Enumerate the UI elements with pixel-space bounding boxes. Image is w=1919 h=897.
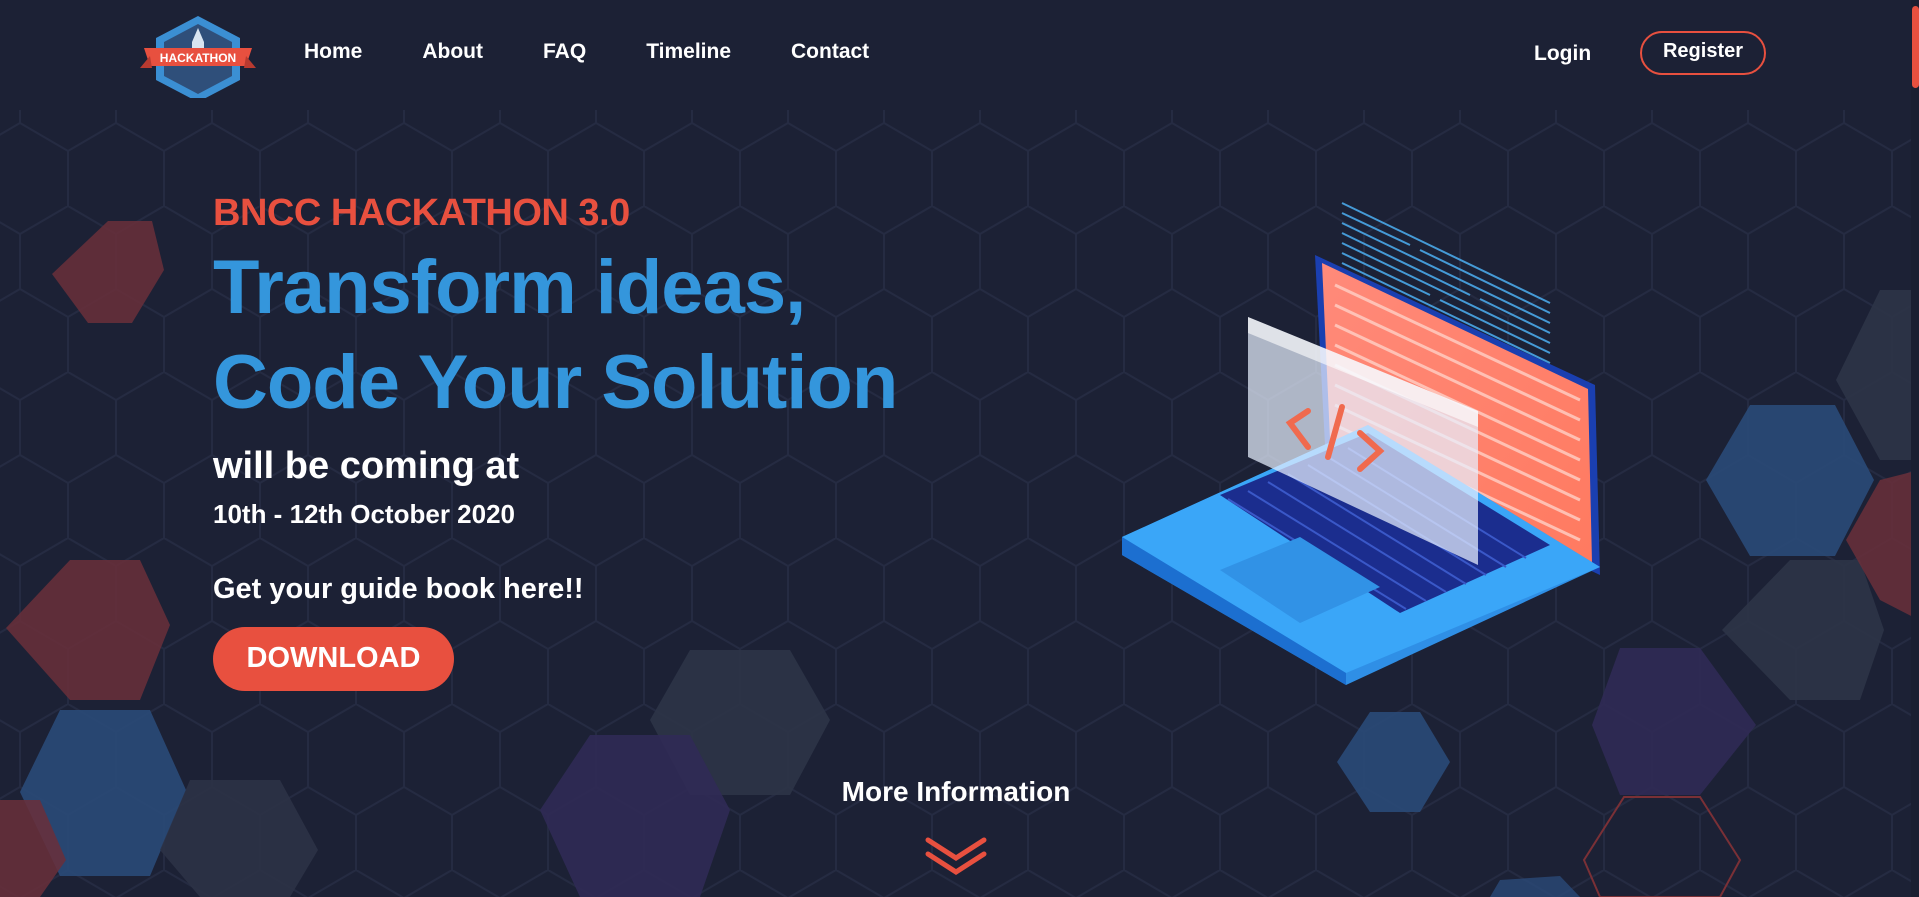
more-information-link[interactable]: More Information	[756, 776, 1156, 808]
top-navbar: HACKATHON Home About FAQ Timeline Contac…	[0, 0, 1919, 110]
guide-book-text: Get your guide book here!!	[213, 573, 584, 605]
laptop-illustration	[1122, 202, 1600, 685]
headline-line-1: Transform ideas,	[213, 245, 806, 330]
chevron-double-down-icon[interactable]	[924, 836, 988, 878]
hero-section: BNCC HACKATHON 3.0 Transform ideas, Code…	[213, 190, 993, 691]
nav-link-about[interactable]: About	[422, 40, 483, 64]
hackathon-logo[interactable]: HACKATHON	[140, 14, 256, 98]
coming-text: will be coming at	[213, 445, 520, 487]
nav-link-timeline[interactable]: Timeline	[646, 40, 731, 64]
register-button[interactable]: Register	[1640, 31, 1766, 75]
main-nav: Home About FAQ Timeline Contact	[304, 40, 929, 64]
scrollbar-thumb[interactable]	[1912, 6, 1919, 88]
event-date: 10th - 12th October 2020	[213, 499, 515, 529]
svg-text:HACKATHON: HACKATHON	[160, 51, 236, 65]
nav-link-home[interactable]: Home	[304, 40, 362, 64]
login-link[interactable]: Login	[1534, 42, 1591, 66]
page-scrollbar[interactable]	[1911, 0, 1919, 897]
nav-link-contact[interactable]: Contact	[791, 40, 869, 64]
headline-line-2: Code Your Solution	[213, 340, 898, 425]
download-button[interactable]: DOWNLOAD	[213, 627, 454, 691]
event-name: BNCC HACKATHON 3.0	[213, 192, 630, 234]
nav-link-faq[interactable]: FAQ	[543, 40, 586, 64]
hero-headline: Transform ideas, Code Your Solution	[213, 240, 993, 430]
